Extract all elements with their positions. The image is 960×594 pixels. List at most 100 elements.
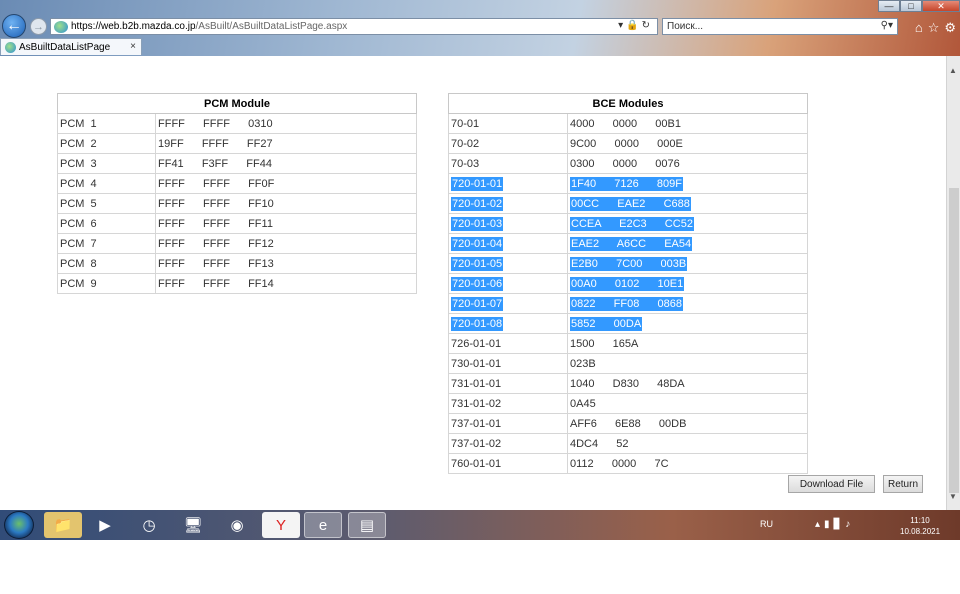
address-tools[interactable]: ▾🔒↻ [618, 20, 653, 31]
close-window-button[interactable]: ✕ [922, 0, 960, 12]
back-button[interactable]: ← [2, 14, 26, 38]
language-indicator[interactable]: RU [760, 519, 773, 529]
network-icon[interactable]: ▮ [824, 519, 834, 530]
close-icon[interactable]: × [130, 41, 136, 52]
clock[interactable]: 11:10 10.08.2021 [900, 515, 940, 537]
bce-table: BCE Modules 70-01 4000 0000 00B1 70-02 9C00… [448, 93, 808, 474]
module-name: 70-01 [451, 117, 480, 130]
table-row: PCM 7 FFFF FFFF FF12 [57, 233, 417, 254]
signal-icon[interactable]: ▊ [834, 519, 846, 530]
image-viewer-icon[interactable]: ▤ [348, 512, 386, 538]
chrome-icon[interactable]: ◉ [218, 512, 256, 538]
maximize-button[interactable]: □ [900, 0, 922, 12]
pcm-title: PCM Module [57, 93, 417, 114]
module-value: 1040 D830 48DA [570, 377, 685, 390]
module-value: 0A45 [570, 397, 596, 410]
tray-arrow-icon[interactable]: ▴ [815, 519, 824, 530]
table-row: 720-01-01 1F40 7126 809F [448, 173, 808, 194]
home-icon[interactable]: ⌂ [915, 20, 923, 36]
module-name: 720-01-01 [451, 176, 504, 191]
module-name-cell: PCM 2 [57, 133, 156, 154]
forward-button[interactable]: → [30, 18, 47, 35]
module-name: 760-01-01 [451, 457, 502, 470]
table-row: 70-02 9C00 0000 000E [448, 133, 808, 154]
module-value: FFFF FFFF FF12 [158, 237, 274, 250]
volume-icon[interactable]: ♪ [845, 519, 854, 530]
module-value-cell: 1040 D830 48DA [567, 373, 808, 394]
module-name-cell: 70-02 [448, 133, 568, 154]
module-name-cell: 730-01-01 [448, 353, 568, 374]
module-value-cell: FFFF FFFF FF14 [155, 273, 417, 294]
start-button[interactable] [4, 511, 34, 539]
site-icon [54, 20, 68, 33]
search-input[interactable]: Поиск... ⚲▾ [662, 18, 898, 35]
download-file-button[interactable]: Download File [788, 475, 875, 493]
explorer-icon[interactable]: 📁 [44, 512, 82, 538]
scroll-down-icon[interactable]: ▼ [949, 492, 957, 501]
speedometer-icon[interactable]: ◷ [130, 512, 168, 538]
yandex-icon[interactable]: Y [262, 512, 300, 538]
table-row: PCM 9 FFFF FFFF FF14 [57, 273, 417, 294]
module-name: PCM 8 [60, 257, 97, 270]
star-icon[interactable]: ☆ [928, 20, 940, 36]
module-name: 731-01-02 [451, 397, 502, 410]
module-name-cell: PCM 4 [57, 173, 156, 194]
module-value-cell: 1500 165A [567, 333, 808, 354]
module-name-cell: 737-01-01 [448, 413, 568, 434]
page-content: PCM Module PCM 1 FFFF FFFF 0310 PCM 2 19FF … [0, 56, 946, 510]
table-row: 737-01-01 AFF6 6E88 00DB [448, 413, 808, 434]
bce-title: BCE Modules [448, 93, 808, 114]
module-value: 0300 0000 0076 [570, 157, 680, 170]
table-row: 70-01 4000 0000 00B1 [448, 113, 808, 134]
return-button[interactable]: Return [883, 475, 923, 493]
module-name-cell: 720-01-04 [448, 233, 568, 254]
table-row: PCM 3 FF41 F3FF FF44 [57, 153, 417, 174]
table-row: 720-01-07 0822 FF08 0868 [448, 293, 808, 314]
module-value: FFFF FFFF FF14 [158, 277, 274, 290]
vertical-scrollbar[interactable]: ▲ ▼ [946, 56, 960, 510]
module-value-cell: 1F40 7126 809F [567, 173, 808, 194]
module-value-cell: FFFF FFFF FF13 [155, 253, 417, 274]
table-row: 737-01-02 4DC4 52 [448, 433, 808, 454]
module-name-cell: 720-01-07 [448, 293, 568, 314]
module-value: AFF6 6E88 00DB [570, 417, 687, 430]
dropdown-icon[interactable]: ▾ [618, 20, 626, 31]
module-value-cell: FFFF FFFF FF10 [155, 193, 417, 214]
tab-asbuilt[interactable]: AsBuiltDataListPage × [0, 38, 142, 55]
module-value: FFFF FFFF 0310 [158, 117, 273, 130]
module-value: 9C00 0000 000E [570, 137, 683, 150]
module-value-cell: 0822 FF08 0868 [567, 293, 808, 314]
internet-explorer-icon[interactable]: e [304, 512, 342, 538]
table-row: PCM 1 FFFF FFFF 0310 [57, 113, 417, 134]
address-bar[interactable]: https://web.b2b.mazda.co.jp/AsBuilt/AsBu… [50, 18, 658, 35]
table-row: 720-01-05 E2B0 7C00 003B [448, 253, 808, 274]
media-player-icon[interactable]: ▶ [86, 512, 124, 538]
module-value: 023B [570, 357, 596, 370]
scrollbar-thumb[interactable] [949, 188, 959, 493]
scroll-up-icon[interactable]: ▲ [949, 66, 957, 75]
module-name-cell: 70-03 [448, 153, 568, 174]
module-value-cell: FF41 F3FF FF44 [155, 153, 417, 174]
module-value-cell: E2B0 7C00 003B [567, 253, 808, 274]
module-name-cell: 720-01-01 [448, 173, 568, 194]
module-name: PCM 7 [60, 237, 97, 250]
search-icon[interactable]: ⚲▾ [881, 20, 893, 31]
module-name: 720-01-08 [451, 316, 504, 331]
module-value: FFFF FFFF FF13 [158, 257, 274, 270]
minimize-button[interactable]: — [878, 0, 900, 12]
module-name: 70-02 [451, 137, 480, 150]
gear-icon[interactable]: ⚙ [944, 20, 956, 36]
module-value: 4DC4 52 [570, 437, 629, 450]
refresh-icon[interactable]: ↻ [642, 20, 653, 31]
table-row: 720-01-08 5852 00DA [448, 313, 808, 334]
table-row: 720-01-02 00CC EAE2 C688 [448, 193, 808, 214]
module-value: FFFF FFFF FF11 [158, 217, 273, 230]
system-tray[interactable]: ▴▮▊♪ [815, 519, 854, 530]
module-value: 19FF FFFF FF27 [158, 137, 273, 150]
module-value: 5852 00DA [570, 316, 643, 331]
module-value: 00A0 0102 10E1 [570, 276, 685, 291]
lock-icon[interactable]: 🔒 [626, 20, 641, 31]
module-name: PCM 6 [60, 217, 97, 230]
computer-icon[interactable]: 🖥 [174, 512, 212, 538]
module-name: 720-01-06 [451, 276, 504, 291]
